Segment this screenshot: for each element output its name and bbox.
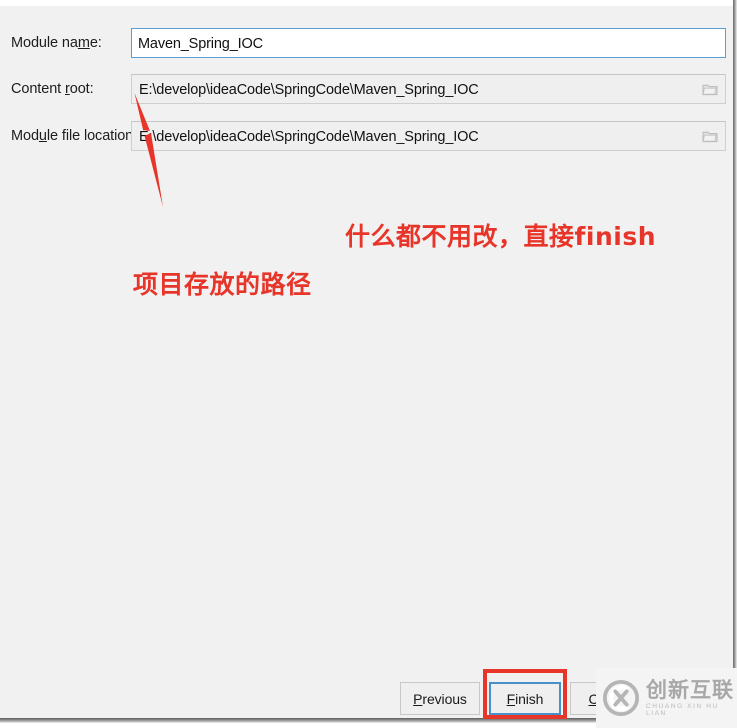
previous-button-mnemonic: P bbox=[413, 690, 423, 707]
label-module-file-location-mnemonic: u bbox=[38, 128, 47, 144]
previous-button[interactable]: Previous bbox=[400, 682, 480, 715]
label-content-root-part2: oot: bbox=[69, 81, 94, 97]
finish-button-highlight bbox=[483, 669, 567, 719]
annotation-path-note: 项目存放的路径 bbox=[133, 270, 312, 299]
label-module-name: Module name: bbox=[11, 28, 102, 58]
watermark: 创新互联 CHUANG XIN HU LIAN bbox=[596, 668, 737, 728]
label-module-file-location-part1: Mod bbox=[11, 128, 39, 144]
input-module-name[interactable]: Maven_Spring_IOC bbox=[131, 28, 726, 58]
label-module-name-mnemonic: m bbox=[77, 35, 90, 51]
label-content-root-part1: Content bbox=[11, 81, 66, 97]
form-row-module-name: Module name: Maven_Spring_IOC bbox=[0, 28, 733, 58]
label-module-name-part1: Module na bbox=[11, 35, 78, 51]
watermark-text: 创新互联 CHUANG XIN HU LIAN bbox=[646, 679, 737, 717]
input-content-root-value: E:\develop\ideaCode\SpringCode\Maven_Spr… bbox=[139, 82, 479, 98]
red-arrow-icon bbox=[134, 93, 163, 207]
watermark-main-text: 创新互联 bbox=[646, 677, 734, 702]
folder-icon bbox=[702, 84, 718, 95]
input-module-file-location-value: E:\develop\ideaCode\SpringCode\Maven_Spr… bbox=[139, 129, 479, 145]
input-content-root[interactable]: E:\develop\ideaCode\SpringCode\Maven_Spr… bbox=[131, 74, 726, 104]
browse-content-root-button[interactable] bbox=[696, 76, 724, 102]
screenshot-root: Module name: Maven_Spring_IOC Content ro… bbox=[0, 0, 737, 728]
input-module-file-location[interactable]: E:\develop\ideaCode\SpringCode\Maven_Spr… bbox=[131, 121, 726, 151]
dialog-right-border bbox=[733, 0, 737, 722]
previous-button-p2: revious bbox=[422, 690, 467, 707]
annotation-finish-note: 什么都不用改，直接finish bbox=[345, 222, 656, 251]
watermark-sub-text: CHUANG XIN HU LIAN bbox=[646, 703, 719, 718]
cx-logo-icon bbox=[602, 679, 640, 717]
input-module-name-value: Maven_Spring_IOC bbox=[138, 36, 263, 52]
label-module-name-part2: e: bbox=[89, 35, 102, 51]
browse-module-file-location-button[interactable] bbox=[696, 123, 724, 149]
label-content-root: Content root: bbox=[11, 74, 94, 104]
folder-icon bbox=[702, 131, 718, 142]
